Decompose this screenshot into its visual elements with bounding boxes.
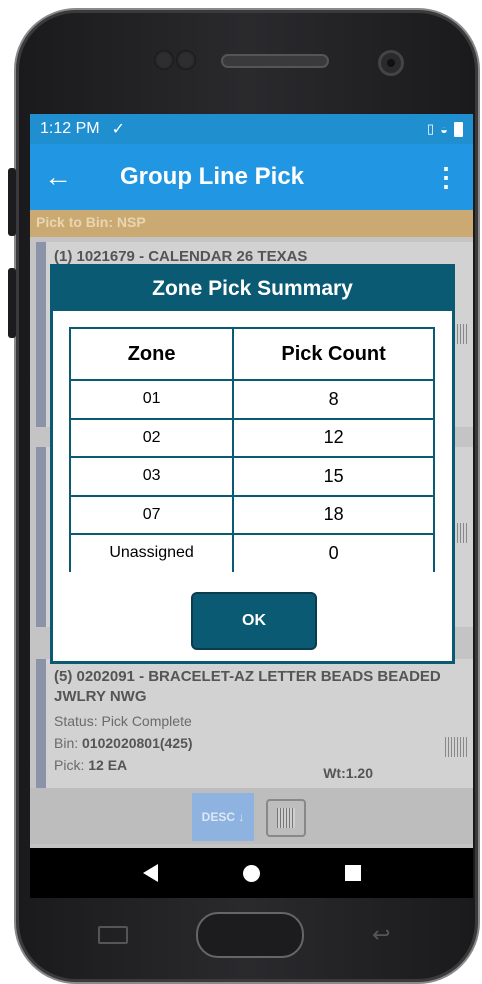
- zone-table: Zone Pick Count 01 8 02 12 03 15 07 18 U…: [69, 327, 435, 572]
- weight-value: Wt:1.20: [323, 765, 373, 781]
- table-row: 03 15: [69, 456, 435, 497]
- earpiece-speaker: [221, 54, 329, 68]
- zone-pick-summary-dialog: Zone Pick Summary Zone Pick Count 01 8 0…: [50, 264, 455, 664]
- front-camera: [378, 50, 404, 76]
- barcode-icon[interactable]: [445, 737, 469, 757]
- dialog-title: Zone Pick Summary: [53, 267, 452, 311]
- zone-cell: 01: [69, 379, 235, 420]
- sensor-dots: [154, 50, 198, 70]
- battery-icon: [454, 121, 463, 137]
- bottom-toolbar: DESC ↓: [30, 788, 473, 844]
- zone-cell: 07: [69, 494, 235, 535]
- zone-cell: 02: [69, 417, 235, 458]
- nav-home-icon[interactable]: [242, 864, 260, 882]
- scan-barcode-icon[interactable]: [266, 799, 306, 837]
- table-row: Unassigned 0: [69, 533, 435, 572]
- count-cell: 0: [232, 533, 435, 572]
- zone-cell: 03: [69, 456, 235, 497]
- pick-to-bin-banner: Pick to Bin: NSP: [30, 210, 473, 237]
- back-arrow-icon[interactable]: ←: [44, 161, 84, 193]
- sort-desc-button[interactable]: DESC ↓: [192, 793, 254, 841]
- pick-count-header: Pick Count: [232, 327, 435, 381]
- zone-cell: Unassigned: [69, 533, 235, 572]
- status-time: 1:12 PM: [40, 120, 100, 137]
- pick-line: Pick: 12 EA: [54, 757, 128, 773]
- status-line: Status: Pick Complete: [54, 713, 192, 729]
- hardware-back-icon: ↩: [372, 922, 391, 947]
- download-check-icon: ✓: [111, 121, 125, 138]
- more-options-icon[interactable]: ⋮: [433, 162, 459, 193]
- table-row: 02 12: [69, 417, 435, 458]
- table-header-row: Zone Pick Count: [69, 327, 435, 381]
- volume-up-button: [8, 168, 16, 236]
- status-icons: ▯ ◒: [427, 121, 463, 137]
- volume-down-button: [8, 268, 16, 338]
- count-cell: 12: [232, 417, 435, 458]
- status-bar: 1:12 PM ✓ ▯ ◒: [30, 114, 473, 144]
- table-row: 07 18: [69, 494, 435, 535]
- android-nav-bar: [30, 848, 473, 898]
- nav-back-icon[interactable]: [142, 864, 158, 882]
- vibrate-icon: ▯: [426, 121, 435, 136]
- item-title: (5) 0202091 - BRACELET-AZ LETTER BEADS B…: [54, 668, 441, 705]
- zone-header: Zone: [69, 327, 235, 381]
- app-bar: ← Group Line Pick ⋮: [30, 144, 473, 210]
- hardware-home-button: [196, 912, 304, 958]
- bin-line: Bin: 0102020801(425): [54, 735, 193, 751]
- list-item[interactable]: (5) 0202091 - BRACELET-AZ LETTER BEADS B…: [36, 659, 473, 789]
- wifi-icon: ◒: [440, 121, 448, 137]
- count-cell: 18: [232, 494, 435, 535]
- count-cell: 15: [232, 456, 435, 497]
- page-title: Group Line Pick: [120, 163, 305, 190]
- nav-recents-icon[interactable]: [344, 865, 361, 881]
- count-cell: 8: [232, 379, 435, 420]
- table-row: 01 8: [69, 379, 435, 420]
- screen: 1:12 PM ✓ ▯ ◒ ← Group Line Pick ⋮ Pick t…: [30, 114, 473, 898]
- hardware-recents-icon: [98, 926, 128, 944]
- ok-button[interactable]: OK: [191, 592, 317, 650]
